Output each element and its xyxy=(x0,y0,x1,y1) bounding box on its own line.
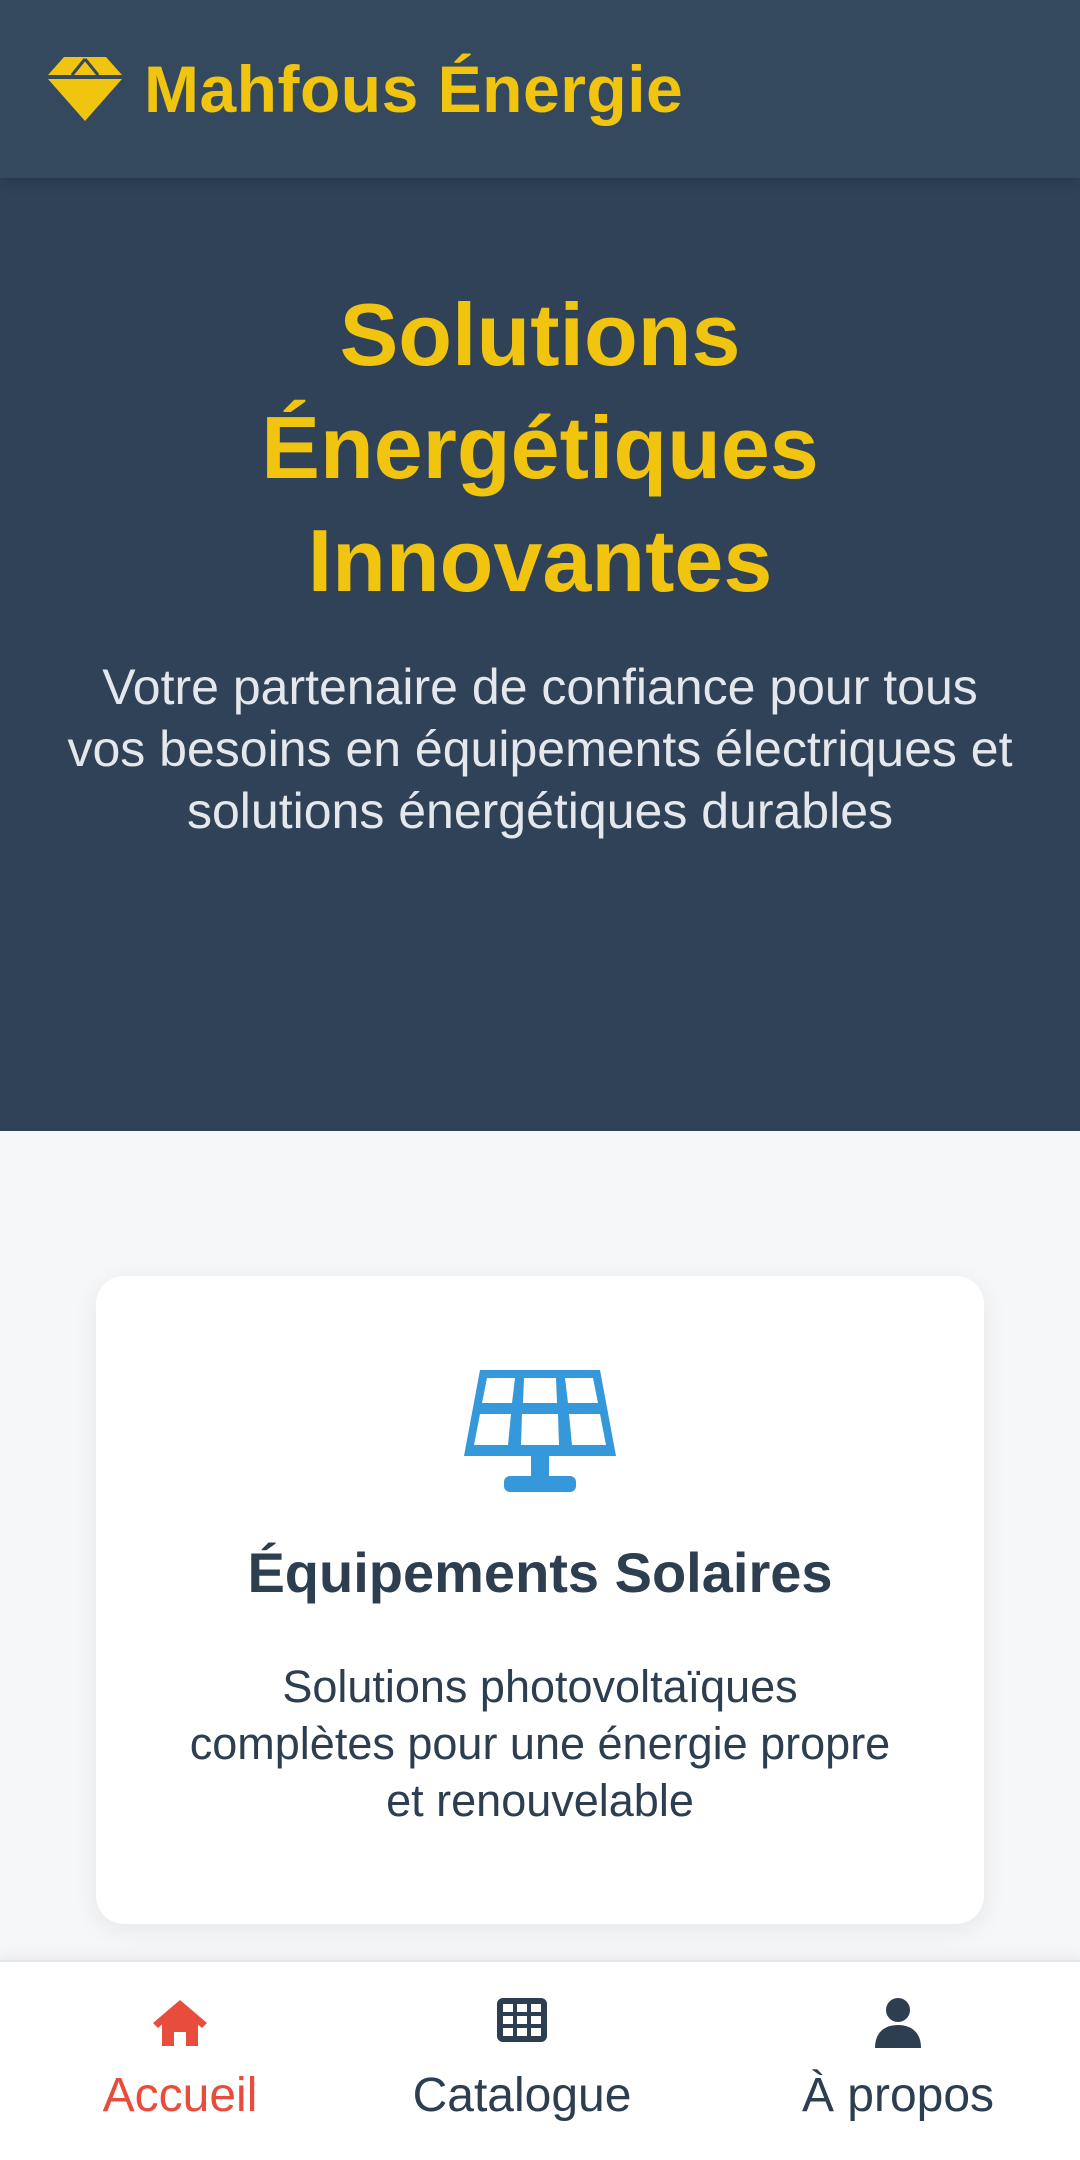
service-card[interactable]: Équipements Solaires Solutions photovolt… xyxy=(96,1276,984,1924)
grid-icon xyxy=(342,1998,702,2052)
brand-name: Mahfous Énergie xyxy=(144,52,684,126)
solar-panel-icon xyxy=(464,1370,616,1492)
user-icon xyxy=(718,1998,1078,2052)
nav-label-a-propos: À propos xyxy=(801,2069,995,2122)
hero-title: Solutions Énergétiques Innovantes xyxy=(261,285,819,610)
hero-subtitle: Votre partenaire de confiance pour tous … xyxy=(67,659,1013,839)
gem-icon xyxy=(48,57,122,121)
brand[interactable]: Mahfous Énergie xyxy=(48,0,683,178)
bottom-nav: Accueil Catalogue À propos xyxy=(0,1960,1080,2160)
nav-item-accueil[interactable]: Accueil xyxy=(0,1962,360,2160)
hero-section: Solutions Énergétiques Innovantes Votre … xyxy=(0,178,1080,1131)
home-icon xyxy=(0,1998,360,2052)
nav-item-a-propos[interactable]: À propos xyxy=(718,1962,1078,2160)
nav-label-catalogue: Catalogue xyxy=(412,2069,632,2122)
nav-item-catalogue[interactable]: Catalogue xyxy=(342,1962,702,2160)
service-description: Solutions photovoltaïques complètes pour… xyxy=(189,1661,891,1826)
nav-label-accueil: Accueil xyxy=(102,2069,258,2122)
service-title: Équipements Solaires xyxy=(247,1541,833,1604)
app-header: Mahfous Énergie xyxy=(0,0,1080,178)
